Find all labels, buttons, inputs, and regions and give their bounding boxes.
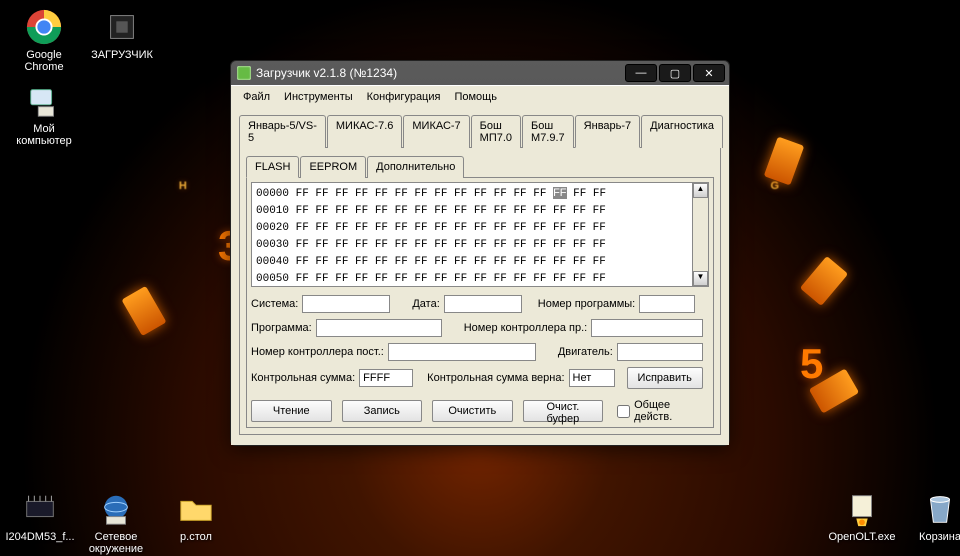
folder-icon	[177, 490, 215, 528]
menu-Конфигурация[interactable]: Конфигурация	[361, 89, 447, 105]
ctrlpost-input[interactable]	[388, 343, 536, 361]
zagruz-icon	[103, 8, 141, 46]
checksum-label: Контрольная сумма:	[251, 372, 355, 384]
checksum-input[interactable]	[359, 369, 413, 387]
read-button[interactable]: Чтение	[251, 400, 332, 422]
desktop-icon-my-computer[interactable]: Мой компьютер	[6, 82, 82, 147]
common-action-checkbox[interactable]: Общее действ.	[617, 399, 709, 423]
desktop-icon-folder[interactable]: р.стол	[158, 490, 234, 543]
hex-scrollbar[interactable]: ▲ ▼	[693, 182, 709, 287]
common-action-check[interactable]	[617, 405, 630, 418]
device-tab[interactable]: Январь-5/VS-5	[239, 115, 326, 148]
desktop-icon-label: Google Chrome	[6, 49, 82, 73]
memory-tab[interactable]: FLASH	[246, 156, 299, 178]
device-tab[interactable]: Бош М7.9.7	[522, 115, 574, 148]
checksum-ok-input[interactable]	[569, 369, 615, 387]
device-tabs: Январь-5/VS-5МИКАС-7.6МИКАС-7Бош МП7.0Бо…	[239, 114, 721, 147]
menu-Помощь[interactable]: Помощь	[448, 89, 503, 105]
my-computer-icon	[25, 82, 63, 120]
desktop-icon-recycle[interactable]: Корзина	[902, 490, 960, 543]
memory-tab[interactable]: EEPROM	[300, 156, 366, 178]
checksum-ok-label: Контрольная сумма верна:	[427, 372, 564, 384]
device-tab[interactable]: Бош МП7.0	[471, 115, 521, 148]
titlebar[interactable]: Загрузчик v2.1.8 (№1234) — ▢ ✕	[231, 61, 729, 85]
ctrlpost-label: Номер контроллера пост.:	[251, 346, 384, 358]
system-input[interactable]	[302, 295, 390, 313]
google-chrome-icon	[25, 8, 63, 46]
recycle-icon	[921, 490, 959, 528]
window-title: Загрузчик v2.1.8 (№1234)	[256, 66, 623, 80]
device-tab[interactable]: Январь-7	[575, 115, 641, 148]
ctrlpr-label: Номер контроллера пр.:	[464, 322, 588, 334]
device-tab[interactable]: МИКАС-7	[403, 115, 469, 148]
prognum-input[interactable]	[639, 295, 695, 313]
clear-button[interactable]: Очистить	[432, 400, 513, 422]
clearbuf-button[interactable]: Очист. буфер	[523, 400, 604, 422]
engine-input[interactable]	[617, 343, 703, 361]
app-icon	[237, 66, 251, 80]
desktop-icon-i204[interactable]: I204DM53_f...	[2, 490, 78, 543]
close-button[interactable]: ✕	[693, 64, 725, 82]
app-window: Загрузчик v2.1.8 (№1234) — ▢ ✕ ФайлИнстр…	[230, 60, 730, 446]
desktop-icon-label: I204DM53_f...	[2, 531, 78, 543]
menubar: ФайлИнструментыКонфигурацияПомощь	[231, 85, 729, 108]
desktop-icon-zagruz[interactable]: ЗАГРУЗЧИК	[84, 8, 160, 61]
fix-button[interactable]: Исправить	[627, 367, 703, 389]
menu-Файл[interactable]: Файл	[237, 89, 276, 105]
openolt-icon	[843, 490, 881, 528]
memory-tab[interactable]: Дополнительно	[367, 156, 464, 178]
desktop-icon-google-chrome[interactable]: Google Chrome	[6, 8, 82, 73]
maximize-button[interactable]: ▢	[659, 64, 691, 82]
desktop-icon-label: р.стол	[158, 531, 234, 543]
desktop-icon-label: Сетевое окружение	[78, 531, 154, 555]
desktop-icon-label: ЗАГРУЗЧИК	[84, 49, 160, 61]
date-input[interactable]	[444, 295, 522, 313]
memory-tabs: FLASHEEPROMДополнительно	[246, 155, 714, 177]
menu-Инструменты[interactable]: Инструменты	[278, 89, 359, 105]
hex-viewer[interactable]: 00000 FF FF FF FF FF FF FF FF FF FF FF F…	[251, 182, 693, 287]
engine-label: Двигатель:	[558, 346, 613, 358]
i204-icon	[21, 490, 59, 528]
ctrlpr-input[interactable]	[591, 319, 703, 337]
desktop-icon-openolt[interactable]: OpenOLT.exe	[824, 490, 900, 543]
scroll-up-icon[interactable]: ▲	[693, 183, 708, 198]
common-action-label: Общее действ.	[634, 399, 709, 423]
date-label: Дата:	[412, 298, 439, 310]
minimize-button[interactable]: —	[625, 64, 657, 82]
desktop-icon-label: Мой компьютер	[6, 123, 82, 147]
program-input[interactable]	[316, 319, 442, 337]
desktop-icon-network[interactable]: Сетевое окружение	[78, 490, 154, 555]
device-tab[interactable]: МИКАС-7.6	[327, 115, 402, 148]
write-button[interactable]: Запись	[342, 400, 423, 422]
program-label: Программа:	[251, 322, 312, 334]
device-tab[interactable]: Диагностика	[641, 115, 723, 148]
network-icon	[97, 490, 135, 528]
system-label: Система:	[251, 298, 298, 310]
desktop-icon-label: OpenOLT.exe	[824, 531, 900, 543]
scroll-down-icon[interactable]: ▼	[693, 271, 708, 286]
prognum-label: Номер программы:	[538, 298, 635, 310]
desktop-icon-label: Корзина	[902, 531, 960, 543]
